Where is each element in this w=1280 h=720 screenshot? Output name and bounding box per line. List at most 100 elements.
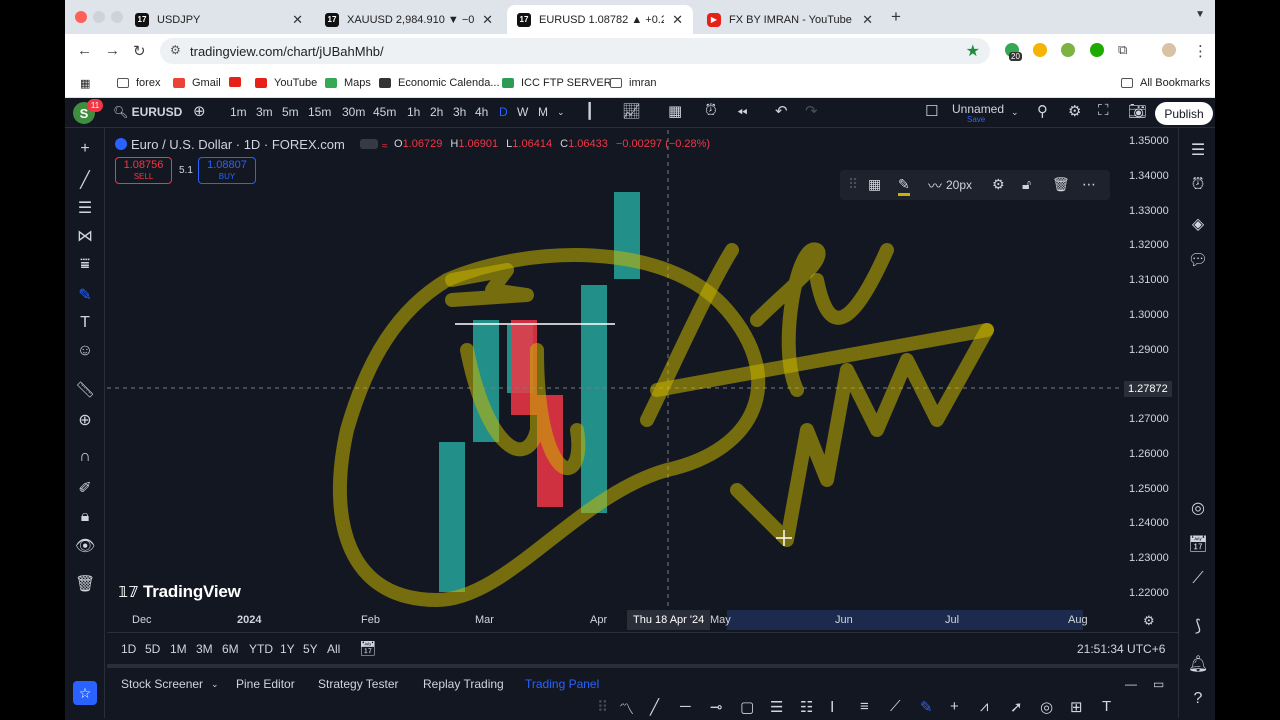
minimize-panel-icon[interactable]: — bbox=[1125, 677, 1137, 691]
bookmark-star-icon[interactable]: ★ bbox=[966, 41, 980, 61]
interval-4h[interactable]: 4h bbox=[475, 105, 488, 119]
range-3m[interactable]: 3M bbox=[196, 642, 213, 656]
ruler-icon[interactable]: 📏︎ bbox=[75, 380, 95, 400]
chevron-down-icon[interactable]: ⌄ bbox=[211, 679, 219, 690]
chart-pane[interactable]: Euro / U.S. Dollar · 1D · FOREX.com ≈ O1… bbox=[107, 130, 1177, 630]
interval-3m[interactable]: 3m bbox=[256, 105, 273, 119]
price-axis[interactable]: 1.35000 1.34000 1.33000 1.32000 1.31000 … bbox=[1123, 130, 1178, 610]
tab-pine-editor[interactable]: Pine Editor bbox=[236, 677, 295, 691]
chart-type-candles-icon[interactable]: ┃ bbox=[585, 102, 594, 120]
browser-tab[interactable]: 17 XAUUSD 2,984.910 ▼ −0.13% ✕ bbox=[315, 5, 503, 34]
tab-stock-screener[interactable]: Stock Screener bbox=[121, 677, 203, 691]
snapshot-camera-icon[interactable]: 📷︎ bbox=[1128, 102, 1147, 120]
range-5d[interactable]: 5D bbox=[145, 642, 160, 656]
interval-m[interactable]: M bbox=[538, 105, 548, 119]
drag-handle-icon[interactable]: ⠿ bbox=[848, 176, 858, 193]
rectangle-icon[interactable]: ▢ bbox=[740, 698, 754, 716]
fib-lines-icon[interactable]: ☰ bbox=[75, 198, 95, 218]
interval-15m[interactable]: 15m bbox=[308, 105, 331, 119]
forecast-icon[interactable]: ⩸ bbox=[75, 256, 95, 274]
bookmark-youtube-icon-only[interactable] bbox=[229, 77, 248, 87]
profile-avatar[interactable] bbox=[1162, 43, 1176, 57]
trend-line-icon[interactable]: ╱ bbox=[75, 170, 95, 190]
polyline-icon[interactable]: ⩘ bbox=[980, 698, 988, 715]
browser-tab-active[interactable]: 17 EURUSD 1.08782 ▲ +0.24% ✕ bbox=[507, 5, 693, 34]
watchlist-icon[interactable]: ☰ bbox=[1187, 140, 1209, 160]
interval-30m[interactable]: 30m bbox=[342, 105, 365, 119]
grid-icon[interactable]: ⊞ bbox=[1070, 698, 1083, 716]
signal-stream-icon[interactable]: ⟆ bbox=[1187, 616, 1209, 636]
timezone-clock[interactable]: 21:51:34 UTC+6 bbox=[1077, 642, 1165, 656]
brush-size-label[interactable]: 20px bbox=[946, 178, 972, 192]
range-all[interactable]: All bbox=[327, 642, 340, 656]
site-info-icon[interactable]: ⚙ bbox=[170, 43, 181, 57]
crosshair-icon[interactable]: + bbox=[75, 140, 95, 158]
interval-5m[interactable]: 5m bbox=[282, 105, 299, 119]
close-window-icon[interactable] bbox=[75, 11, 87, 23]
eye-icon[interactable]: 👁︎ bbox=[75, 536, 95, 556]
stay-in-drawing-icon[interactable]: ✐ bbox=[75, 478, 95, 498]
alerts-clock-icon[interactable]: ⏰︎ bbox=[1187, 176, 1209, 194]
notification-bell-icon[interactable]: 🔔︎ bbox=[1187, 654, 1209, 674]
fib-retracement-icon[interactable]: ☷ bbox=[800, 698, 813, 716]
interval-1m[interactable]: 1m bbox=[230, 105, 247, 119]
browser-tab[interactable]: ▶ FX BY IMRAN - YouTube ✕ bbox=[697, 5, 883, 34]
bookmark-youtube[interactable]: YouTube bbox=[255, 77, 317, 89]
help-icon[interactable]: ? bbox=[1187, 690, 1209, 708]
range-5y[interactable]: 5Y bbox=[303, 642, 318, 656]
sell-button[interactable]: 1.08756 SELL bbox=[115, 157, 172, 184]
magnet-icon[interactable]: ∩ bbox=[75, 448, 95, 466]
extensions-puzzle-icon[interactable]: ⧉ bbox=[1118, 42, 1127, 58]
range-1y[interactable]: 1Y bbox=[280, 642, 295, 656]
interval-w[interactable]: W bbox=[517, 105, 528, 119]
buy-button[interactable]: 1.08807 BUY bbox=[198, 157, 256, 184]
bookmark-economic-calendar[interactable]: Economic Calenda... bbox=[379, 77, 500, 89]
calendar-icon[interactable]: 📅︎ bbox=[1187, 534, 1209, 554]
range-6m[interactable]: 6M bbox=[222, 642, 239, 656]
zigzag-tool-icon[interactable]: 〽 bbox=[619, 698, 634, 719]
apps-grid-icon[interactable]: ▦ bbox=[80, 77, 90, 90]
bookmark-forex[interactable]: forex bbox=[117, 77, 160, 89]
layout-grid-icon[interactable]: ▦ bbox=[668, 102, 682, 120]
chevron-down-icon[interactable]: ⌄ bbox=[557, 107, 565, 118]
crosshair-icon[interactable]: + bbox=[950, 698, 959, 715]
interval-3h[interactable]: 3h bbox=[453, 105, 466, 119]
channel-icon[interactable]: ☰ bbox=[770, 698, 783, 716]
compare-add-icon[interactable]: ⊕ bbox=[193, 102, 206, 120]
tab-replay-trading[interactable]: Replay Trading bbox=[423, 677, 504, 691]
alert-icon[interactable]: ⏰︎ bbox=[705, 102, 717, 119]
layout-save-status[interactable]: Save bbox=[967, 115, 985, 124]
text-tool-icon[interactable]: T bbox=[75, 314, 95, 332]
replay-icon[interactable]: ⏪︎ bbox=[737, 105, 747, 121]
horizontal-ray-icon[interactable]: ⊸ bbox=[710, 698, 723, 716]
publish-button[interactable]: Publish bbox=[1155, 102, 1213, 125]
url-field[interactable]: ⚙ tradingview.com/chart/jUBahMhb/ ★ bbox=[160, 38, 990, 64]
close-tab-icon[interactable]: ✕ bbox=[482, 12, 493, 28]
go-to-date-icon[interactable]: 📅︎ bbox=[359, 640, 377, 657]
axis-settings-gear-icon[interactable]: ⚙ bbox=[1143, 613, 1155, 629]
quick-search-icon[interactable]: ⚲ bbox=[1037, 102, 1048, 120]
back-arrow-icon[interactable]: ← bbox=[77, 42, 92, 59]
settings-gear-icon[interactable]: ⚙ bbox=[1068, 102, 1081, 120]
brush-icon[interactable]: ✎ bbox=[920, 698, 933, 716]
lock-icon[interactable]: 🔒︎ bbox=[75, 508, 95, 526]
browser-tab[interactable]: 17 USDJPY ✕ bbox=[125, 5, 313, 34]
bookmark-gmail[interactable]: Gmail bbox=[173, 77, 221, 89]
all-bookmarks[interactable]: All Bookmarks bbox=[1121, 77, 1210, 89]
tab-strategy-tester[interactable]: Strategy Tester bbox=[318, 677, 398, 691]
layout-checkbox-icon[interactable]: ☐ bbox=[925, 102, 938, 120]
interval-45m[interactable]: 45m bbox=[373, 105, 396, 119]
minimize-window-icon[interactable] bbox=[93, 11, 105, 23]
emoji-icon[interactable]: ☺ bbox=[75, 342, 95, 360]
interval-d-active[interactable]: D bbox=[499, 105, 508, 119]
trend-line-icon[interactable]: ╱ bbox=[650, 698, 659, 716]
circle-icon[interactable]: ◎ bbox=[1040, 698, 1053, 716]
reload-icon[interactable]: ↻ bbox=[133, 42, 146, 60]
indicators-icon[interactable]: 📈︎ bbox=[622, 102, 641, 120]
lock-drawing-icon[interactable]: 🔓︎ bbox=[1022, 176, 1031, 193]
maximize-window-icon[interactable] bbox=[111, 11, 123, 23]
range-1d[interactable]: 1D bbox=[121, 642, 136, 656]
lines-icon[interactable]: ≡ bbox=[860, 698, 869, 715]
chat-icon[interactable]: 💬︎ bbox=[1187, 250, 1209, 270]
symbol-search[interactable]: 🔍︎ EURUSD bbox=[113, 105, 182, 119]
